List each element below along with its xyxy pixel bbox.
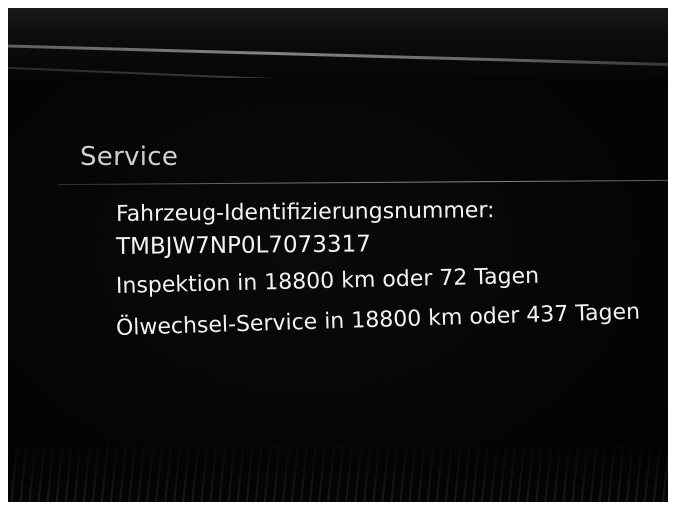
vin-label: Fahrzeug-Identifizierungsnummer:	[115, 198, 495, 227]
photo-frame: Service Fahrzeug-Identifizierungsnummer:…	[8, 8, 668, 502]
bezel-edge	[8, 44, 668, 67]
bottom-stripe-pattern	[8, 438, 668, 502]
vin-value: TMBJW7NP0L7073317	[115, 231, 371, 260]
page-title: Service	[80, 142, 179, 172]
